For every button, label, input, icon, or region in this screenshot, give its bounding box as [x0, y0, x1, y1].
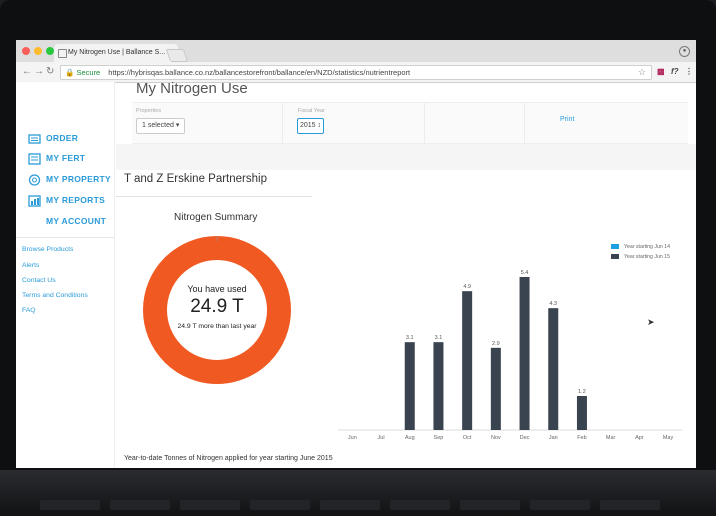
property-icon	[28, 174, 41, 186]
bar-nov[interactable]	[490, 347, 501, 430]
sidebar-item-label: ORDER	[46, 133, 79, 143]
bar-dec[interactable]	[519, 277, 530, 430]
main-content: My Nitrogen Use Properties 1 selected ▾ …	[116, 80, 696, 468]
sidebar-item-my-reports[interactable]: MY REPORTS	[28, 192, 105, 208]
reload-icon[interactable]: ↻	[46, 66, 54, 78]
minimize-window-dot[interactable]	[34, 47, 42, 55]
data-label: 5.4	[521, 270, 529, 276]
pink-extension-icon[interactable]: ▩	[657, 67, 665, 76]
x-tick-label: Oct	[463, 435, 472, 441]
data-label: 2.9	[492, 341, 500, 347]
x-tick-label: May	[663, 435, 674, 441]
link-browse-products[interactable]: Browse Products	[22, 246, 73, 253]
x-tick-label: Jun	[348, 435, 357, 441]
filter-strip: Properties 1 selected ▾ Fiscal Year 2015…	[132, 102, 688, 144]
table-caption: Year-to-date Tonnes of Nitrogen applied …	[124, 455, 333, 462]
properties-label: Properties	[136, 108, 162, 114]
print-link[interactable]: Print	[560, 116, 574, 123]
laptop-base	[0, 470, 716, 516]
data-label: 4.3	[549, 301, 557, 307]
link-terms[interactable]: Terms and Conditions	[22, 292, 88, 299]
bar-oct[interactable]	[462, 291, 473, 430]
sidebar-item-label: MY ACCOUNT	[46, 216, 107, 226]
data-label: 4.9	[463, 284, 471, 290]
mouse-cursor: ➤	[647, 317, 655, 327]
reports-icon	[28, 195, 41, 207]
sidebar-item-my-fert[interactable]: MY FERT	[28, 150, 85, 166]
x-tick-label: Jul	[378, 435, 385, 441]
new-tab-button[interactable]	[165, 49, 189, 62]
link-faq[interactable]: FAQ	[22, 307, 36, 314]
browser-tab[interactable]: My Nitrogen Use | Ballance S...	[54, 44, 178, 62]
section-divider	[116, 196, 312, 197]
bar-feb[interactable]	[576, 396, 587, 430]
browser-toolbar: ← → ↻ 🔒 Secure https://hybrisqas.ballanc…	[16, 62, 696, 83]
secure-label: Secure	[76, 68, 101, 77]
url-text: https://hybrisqas.ballance.co.nz/ballanc…	[108, 68, 411, 77]
bookmark-star-icon[interactable]: ☆	[638, 66, 646, 79]
data-label: 3.1	[406, 335, 414, 341]
sidebar-item-label: MY FERT	[46, 153, 86, 163]
page-title: My Nitrogen Use	[136, 80, 248, 97]
sidebar-item-order[interactable]: ORDER	[28, 130, 78, 146]
x-tick-label: Dec	[520, 435, 530, 441]
x-tick-label: Nov	[491, 435, 501, 441]
bar-aug[interactable]	[404, 342, 415, 430]
profile-icon[interactable]: ●	[679, 46, 690, 57]
monthly-nitrogen-chart: Jun Jul 3.1 Aug 3.1 Sep 4.9 Oct 2.9 Nov 5.4 Dec 4.3 J…	[338, 270, 683, 441]
nitrogen-summary-title: Nitrogen Summary	[174, 212, 258, 223]
used-label: You have used	[187, 284, 247, 294]
x-tick-label: Aug	[405, 435, 415, 441]
x-tick-label: Feb	[577, 435, 586, 441]
comparison-text: 24.9 T more than last year	[177, 323, 257, 330]
menu-icon[interactable]: ⋮	[685, 67, 693, 76]
bar-sep[interactable]	[433, 342, 444, 430]
back-icon[interactable]: ←	[22, 66, 32, 78]
x-tick-label: Mar	[606, 435, 616, 441]
used-amount: 24.9 T	[190, 296, 244, 317]
browser-tab-bar: My Nitrogen Use | Ballance S... ●	[16, 40, 696, 62]
fiscal-year-label: Fiscal Year	[298, 108, 325, 114]
fert-icon	[28, 153, 41, 165]
data-label: 1.2	[578, 389, 586, 395]
legend-swatch	[611, 244, 619, 250]
f-extension-icon[interactable]: f?	[671, 67, 679, 76]
cart-icon	[28, 134, 41, 144]
sidebar-item-my-property[interactable]: MY PROPERTY	[28, 171, 111, 187]
x-tick-label: Sep	[434, 435, 444, 441]
tab-title: My Nitrogen Use | Ballance S...	[68, 49, 166, 56]
link-alerts[interactable]: Alerts	[22, 262, 39, 269]
sidebar-item-label: MY PROPERTY	[46, 174, 112, 184]
section-band	[116, 144, 696, 170]
favicon-icon	[58, 49, 67, 58]
close-window-dot[interactable]	[22, 47, 30, 55]
sidebar-item-label: MY REPORTS	[46, 195, 106, 205]
sidebar: ORDER MY FERT MY PROPERTY MY REPORTS MY …	[16, 82, 115, 468]
properties-select[interactable]: 1 selected ▾	[136, 118, 186, 134]
x-tick-label: Apr	[635, 435, 644, 441]
link-contact-us[interactable]: Contact Us	[22, 277, 56, 284]
screen: My Nitrogen Use | Ballance S... ● ← → ↻ …	[16, 40, 696, 468]
x-tick-label: Jan	[549, 435, 558, 441]
donut-center-text: You have used 24.9 T 24.9 T more than la…	[145, 284, 289, 330]
address-bar[interactable]: 🔒 Secure https://hybrisqas.ballance.co.n…	[60, 65, 652, 80]
sidebar-item-my-account[interactable]: MY ACCOUNT	[46, 213, 106, 229]
sidebar-divider	[16, 237, 114, 238]
maximize-window-dot[interactable]	[46, 47, 54, 55]
bar-jan[interactable]	[548, 308, 559, 430]
partnership-name: T and Z Erskine Partnership	[124, 173, 267, 185]
forward-icon[interactable]: →	[34, 66, 44, 78]
data-label: 3.1	[435, 335, 443, 341]
lock-icon: 🔒	[65, 68, 75, 77]
fiscal-year-select[interactable]: 2015 ↕	[297, 118, 325, 134]
